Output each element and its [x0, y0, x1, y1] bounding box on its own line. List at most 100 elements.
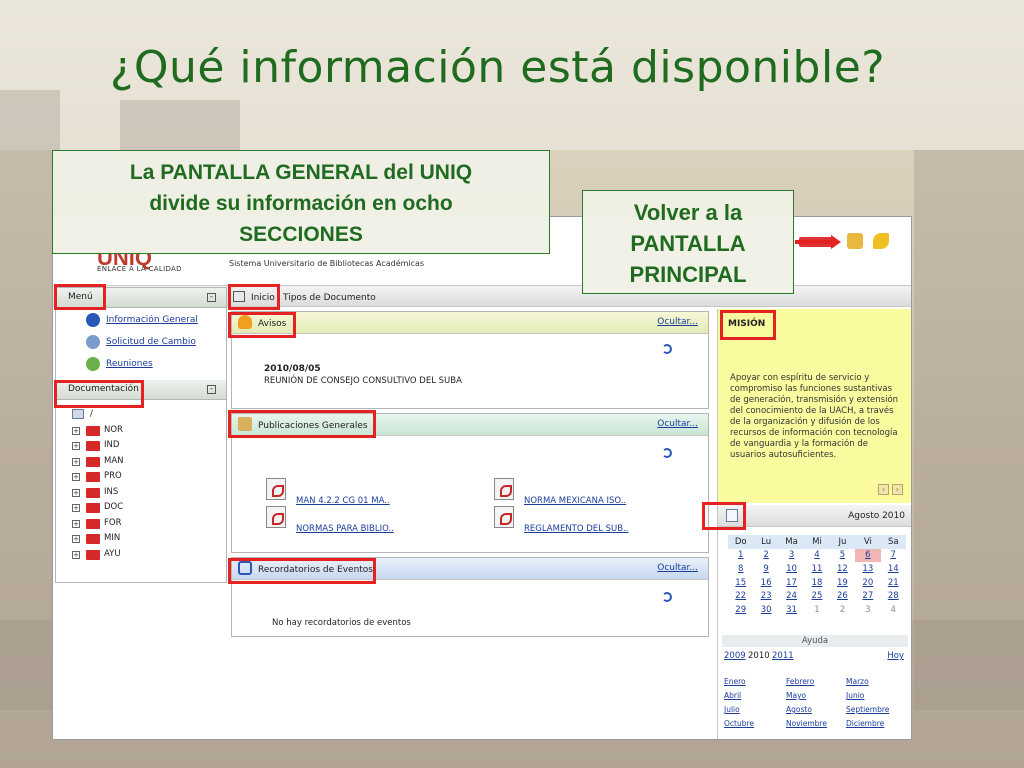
calendar-day[interactable]: 12: [830, 562, 855, 576]
publicaciones-hide-link[interactable]: Ocultar...: [657, 419, 698, 429]
calendar-day[interactable]: 16: [753, 576, 778, 590]
next-year-link[interactable]: 2011: [772, 651, 794, 661]
tree-folder-for[interactable]: + FOR: [68, 517, 226, 533]
prev-icon[interactable]: ‹: [878, 484, 889, 495]
expand-icon[interactable]: +: [72, 457, 80, 466]
calendar-day[interactable]: 7: [881, 549, 906, 563]
refresh-icon[interactable]: [662, 344, 672, 354]
calendar-day[interactable]: 19: [830, 576, 855, 590]
calendar-day[interactable]: 17: [779, 576, 804, 590]
month-link[interactable]: Marzo: [846, 677, 869, 686]
publicacion-link[interactable]: MAN 4.2.2 CG 01 MA..: [296, 496, 390, 506]
calendar-day[interactable]: 21: [881, 576, 906, 590]
calendar-day[interactable]: 30: [753, 603, 778, 617]
calendar-day[interactable]: 18: [804, 576, 829, 590]
month-link[interactable]: Noviembre: [786, 719, 827, 728]
publicacion-link[interactable]: REGLAMENTO DEL SUB..: [524, 524, 628, 534]
month-link[interactable]: Junio: [846, 691, 864, 700]
expand-icon[interactable]: +: [72, 488, 80, 497]
calendar-day[interactable]: 2: [753, 549, 778, 563]
pdf-icon[interactable]: [494, 478, 514, 500]
calendar-day[interactable]: 15: [728, 576, 753, 590]
calendar-day-today[interactable]: 6: [855, 548, 881, 563]
calendar-day[interactable]: 22: [728, 589, 753, 603]
menu-item-informacion-general[interactable]: Información General: [56, 310, 226, 332]
calendar-day[interactable]: 14: [881, 562, 906, 576]
aviso-text[interactable]: REUNIÓN DE CONSEJO CONSULTIVO DEL SUBA: [264, 376, 462, 386]
calendar-day[interactable]: 4: [804, 549, 829, 563]
calendar-day-next-month[interactable]: 4: [881, 603, 906, 617]
keys-icon[interactable]: [873, 233, 889, 249]
calendar-day-next-month[interactable]: 1: [804, 603, 829, 617]
tree-folder-ayu[interactable]: + AYU: [68, 548, 226, 564]
calendar-day[interactable]: 31: [779, 603, 804, 617]
publicacion-link[interactable]: NORMAS PARA BIBLIO..: [296, 524, 394, 534]
tree-root[interactable]: /: [68, 408, 226, 424]
next-icon[interactable]: ›: [892, 484, 903, 495]
collapse-icon[interactable]: -: [207, 385, 216, 394]
calendar-day[interactable]: 29: [728, 603, 753, 617]
tree-folder-ins[interactable]: + INS: [68, 486, 226, 502]
calendar-day[interactable]: 5: [830, 549, 855, 563]
publicacion-link[interactable]: NORMA MEXICANA ISO..: [524, 496, 626, 506]
month-link[interactable]: Abril: [724, 691, 741, 700]
avisos-hide-link[interactable]: Ocultar...: [657, 317, 698, 327]
calendar-day[interactable]: 1: [728, 549, 753, 563]
calendar-day[interactable]: 3: [779, 549, 804, 563]
month-link[interactable]: Mayo: [786, 691, 806, 700]
tree-folder-doc[interactable]: + DOC: [68, 501, 226, 517]
highlight-documentacion: [54, 380, 144, 408]
month-link[interactable]: Septiembre: [846, 705, 889, 714]
calendar-day[interactable]: 10: [779, 562, 804, 576]
eventos-hide-link[interactable]: Ocultar...: [657, 563, 698, 573]
pdf-icon[interactable]: [494, 506, 514, 528]
tree-folder-pro[interactable]: + PRO: [68, 470, 226, 486]
calendar-day[interactable]: 27: [855, 589, 880, 603]
calendar-day[interactable]: 13: [855, 562, 880, 576]
menu-item-reuniones[interactable]: Reuniones: [56, 354, 226, 376]
expand-icon[interactable]: +: [72, 550, 80, 559]
month-link[interactable]: Julio: [724, 705, 740, 714]
calendar-day[interactable]: 28: [881, 589, 906, 603]
expand-icon[interactable]: +: [72, 504, 80, 512]
calendar-day-next-month[interactable]: 3: [855, 603, 880, 617]
prev-year-link[interactable]: 2009: [724, 651, 746, 661]
calendar-day[interactable]: 25: [804, 589, 829, 603]
pdf-icon[interactable]: [266, 506, 286, 528]
expand-icon[interactable]: +: [72, 519, 80, 528]
tab-tipos-documento[interactable]: Tipos de Documento: [283, 293, 376, 303]
expand-icon[interactable]: +: [72, 535, 80, 543]
calendar-help[interactable]: Ayuda: [722, 635, 908, 647]
folder-icon: [86, 534, 100, 544]
refresh-icon[interactable]: [662, 448, 672, 458]
month-link[interactable]: Octubre: [724, 719, 754, 728]
settings-icon[interactable]: [847, 233, 863, 249]
expand-icon[interactable]: +: [72, 442, 80, 450]
menu-item-label[interactable]: Solicitud de Cambio: [106, 337, 196, 347]
collapse-icon[interactable]: -: [207, 293, 216, 302]
calendar-day[interactable]: 26: [830, 589, 855, 603]
calendar-day[interactable]: 20: [855, 576, 880, 590]
calendar-day[interactable]: 8: [728, 562, 753, 576]
tree-folder-nor[interactable]: + NOR: [68, 424, 226, 440]
calendar-day[interactable]: 23: [753, 589, 778, 603]
tree-folder-man[interactable]: + MAN: [68, 455, 226, 471]
refresh-icon[interactable]: [662, 592, 672, 602]
expand-icon[interactable]: +: [72, 426, 80, 435]
menu-item-label[interactable]: Reuniones: [106, 359, 153, 369]
expand-icon[interactable]: +: [72, 473, 80, 481]
calendar-day[interactable]: 11: [804, 562, 829, 576]
month-link[interactable]: Diciembre: [846, 719, 884, 728]
month-link[interactable]: Enero: [724, 677, 746, 686]
tree-folder-min[interactable]: + MIN: [68, 532, 226, 548]
menu-item-solicitud-cambio[interactable]: Solicitud de Cambio: [56, 332, 226, 354]
pdf-icon[interactable]: [266, 478, 286, 500]
menu-item-label[interactable]: Información General: [106, 315, 198, 325]
month-link[interactable]: Febrero: [786, 677, 814, 686]
calendar-day[interactable]: 24: [779, 589, 804, 603]
calendar-day-next-month[interactable]: 2: [830, 603, 855, 617]
tree-folder-ind[interactable]: + IND: [68, 439, 226, 455]
calendar-day[interactable]: 9: [753, 562, 778, 576]
today-link[interactable]: Hoy: [887, 651, 904, 661]
month-link[interactable]: Agosto: [786, 705, 812, 714]
